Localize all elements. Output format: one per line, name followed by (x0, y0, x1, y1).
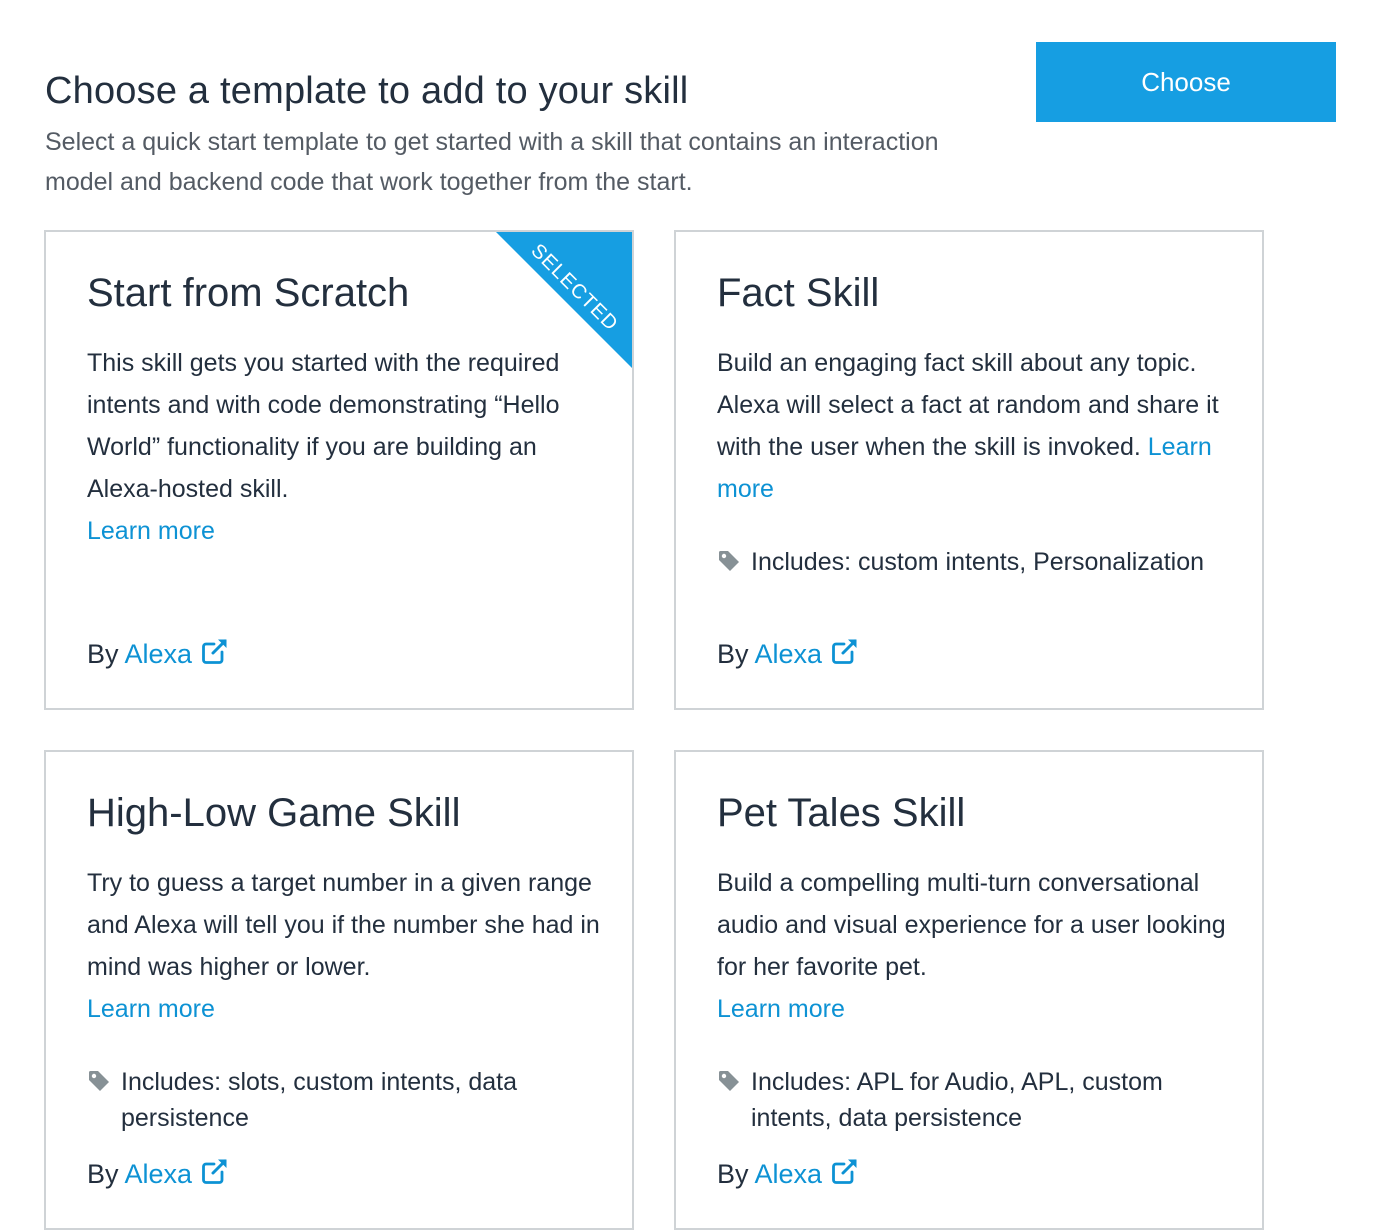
card-byline: By Alexa (87, 636, 230, 672)
external-link-icon[interactable] (830, 636, 860, 666)
author-link[interactable]: Alexa (125, 1159, 193, 1189)
card-description: This skill gets you started with the req… (87, 342, 602, 552)
template-card-fact-skill[interactable]: Fact Skill Build an engaging fact skill … (674, 230, 1264, 710)
card-description: Build an engaging fact skill about any t… (717, 342, 1232, 510)
author-link[interactable]: Alexa (755, 639, 823, 669)
template-card-start-from-scratch[interactable]: SELECTED Start from Scratch This skill g… (44, 230, 634, 710)
external-link-icon[interactable] (830, 1156, 860, 1186)
includes-text: Includes: slots, custom intents, data pe… (121, 1068, 518, 1132)
by-label: By (87, 639, 119, 669)
includes-text: Includes: APL for Audio, APL, custom int… (751, 1068, 1163, 1132)
includes-text: Includes: custom intents, Personalizatio… (751, 548, 1205, 576)
card-byline: By Alexa (717, 636, 860, 672)
learn-more-link[interactable]: Learn more (87, 517, 215, 545)
learn-more-link[interactable]: Learn more (717, 995, 845, 1023)
template-card-pet-tales-skill[interactable]: Pet Tales Skill Build a compelling multi… (674, 750, 1264, 1230)
card-includes: Includes: custom intents, Personalizatio… (717, 544, 1217, 580)
card-title: Start from Scratch (87, 271, 410, 315)
external-link-icon[interactable] (200, 636, 230, 666)
author-link[interactable]: Alexa (125, 639, 193, 669)
card-description-text: Build an engaging fact skill about any t… (717, 349, 1219, 461)
card-title: Pet Tales Skill (717, 791, 966, 835)
author-link[interactable]: Alexa (755, 1159, 823, 1189)
template-card-high-low-game-skill[interactable]: High-Low Game Skill Try to guess a targe… (44, 750, 634, 1230)
by-label: By (87, 1159, 119, 1189)
page-title: Choose a template to add to your skill (45, 70, 689, 112)
card-description: Build a compelling multi-turn conversati… (717, 862, 1232, 1030)
card-byline: By Alexa (87, 1156, 230, 1192)
card-description-text: Build a compelling multi-turn conversati… (717, 869, 1226, 981)
card-title: High-Low Game Skill (87, 791, 461, 835)
card-includes: Includes: APL for Audio, APL, custom int… (717, 1064, 1217, 1136)
learn-more-link[interactable]: Learn more (87, 995, 215, 1023)
tag-icon (719, 1071, 739, 1091)
choose-button[interactable]: Choose (1036, 42, 1336, 122)
card-description-text: This skill gets you started with the req… (87, 349, 560, 503)
tag-icon (89, 1071, 109, 1091)
tag-icon (719, 551, 739, 571)
card-byline: By Alexa (717, 1156, 860, 1192)
card-includes: Includes: slots, custom intents, data pe… (87, 1064, 587, 1136)
card-description: Try to guess a target number in a given … (87, 862, 602, 1030)
by-label: By (717, 639, 749, 669)
card-title: Fact Skill (717, 271, 880, 315)
card-description-text: Try to guess a target number in a given … (87, 869, 600, 981)
page-subtitle: Select a quick start template to get sta… (45, 128, 939, 196)
external-link-icon[interactable] (200, 1156, 230, 1186)
by-label: By (717, 1159, 749, 1189)
